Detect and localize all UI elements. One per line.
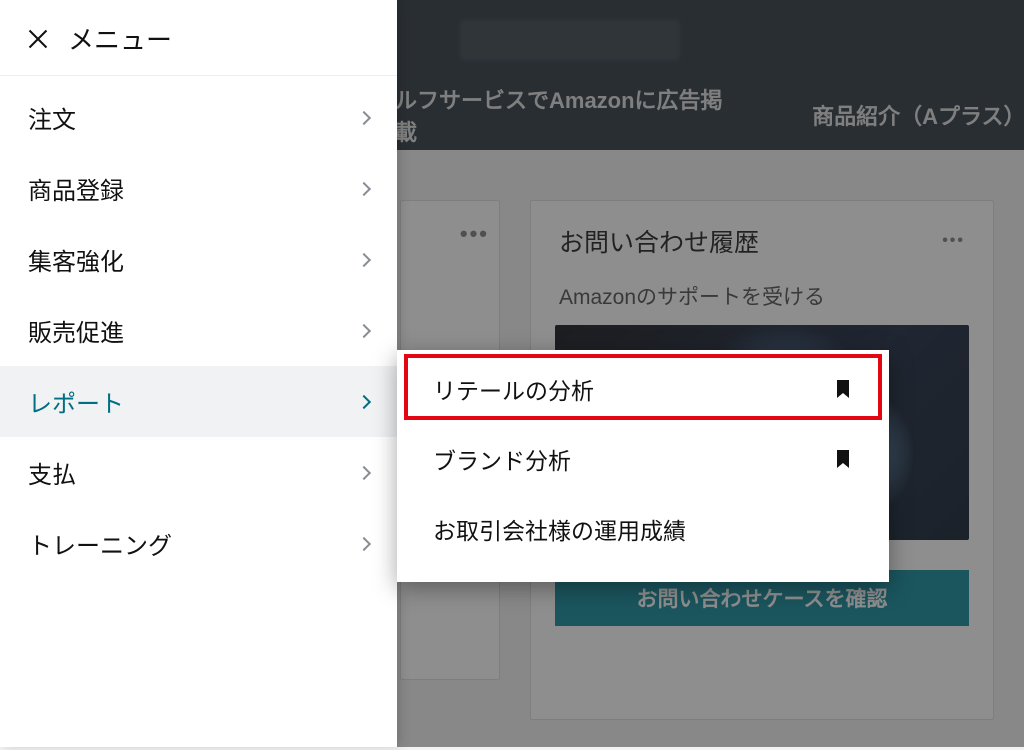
menu-item-label: レポート: [28, 384, 124, 419]
menu-item-products[interactable]: 商品登録: [0, 153, 397, 224]
menu-item-label: 注文: [28, 100, 76, 135]
menu-item-label: 商品登録: [28, 171, 124, 206]
submenu-reports: リテールの分析 ブランド分析 お取引会社様の運用成績: [397, 350, 889, 582]
menu-item-promotion[interactable]: 販売促進: [0, 295, 397, 366]
menu-item-label: トレーニング: [28, 526, 172, 561]
menu-item-label: 販売促進: [28, 313, 124, 348]
menu-item-orders[interactable]: 注文: [0, 82, 397, 153]
bg-left-card-menu-dots: •••: [411, 221, 489, 247]
menu-item-training[interactable]: トレーニング: [0, 508, 397, 579]
chevron-right-icon: [357, 465, 371, 479]
submenu-item-label: リテールの分析: [433, 372, 594, 406]
bg-account-chip: [460, 20, 680, 60]
menu-item-label: 集客強化: [28, 242, 124, 277]
sidebar-header: メニュー: [0, 0, 397, 76]
chevron-right-icon: [357, 394, 371, 408]
bookmark-icon: [837, 450, 849, 468]
chevron-right-icon: [357, 252, 371, 266]
menu-item-payments[interactable]: 支払: [0, 437, 397, 508]
bg-nav-link-aplus: 商品紹介（Aプラス）: [812, 99, 1024, 131]
bookmark-icon: [837, 380, 849, 398]
bg-right-card-menu-dots: •••: [942, 232, 965, 250]
submenu-item-retail-analytics[interactable]: リテールの分析: [397, 354, 889, 424]
submenu-item-brand-analytics[interactable]: ブランド分析: [397, 424, 889, 494]
chevron-right-icon: [357, 536, 371, 550]
submenu-item-label: ブランド分析: [433, 442, 571, 476]
menu-item-acquisition[interactable]: 集客強化: [0, 224, 397, 295]
menu-list: 注文 商品登録 集客強化 販売促進 レポート 支払 トレーニング: [0, 76, 397, 579]
submenu-item-partner-performance[interactable]: お取引会社様の運用成績: [397, 494, 889, 564]
chevron-right-icon: [357, 181, 371, 195]
menu-title: メニュー: [68, 20, 172, 57]
bg-nav-link-ads: ルフサービスでAmazonに広告掲載: [395, 83, 742, 147]
bg-right-card-title: お問い合わせ履歴: [559, 223, 759, 259]
submenu-item-label: お取引会社様の運用成績: [433, 512, 686, 546]
sidebar-menu: メニュー 注文 商品登録 集客強化 販売促進 レポート 支払 トレーニング: [0, 0, 397, 747]
chevron-right-icon: [357, 110, 371, 124]
menu-item-label: 支払: [28, 455, 76, 490]
close-icon[interactable]: [26, 27, 50, 51]
bg-right-card-subtitle: Amazonのサポートを受ける: [531, 281, 993, 325]
menu-item-reports[interactable]: レポート: [0, 366, 397, 437]
chevron-right-icon: [357, 323, 371, 337]
